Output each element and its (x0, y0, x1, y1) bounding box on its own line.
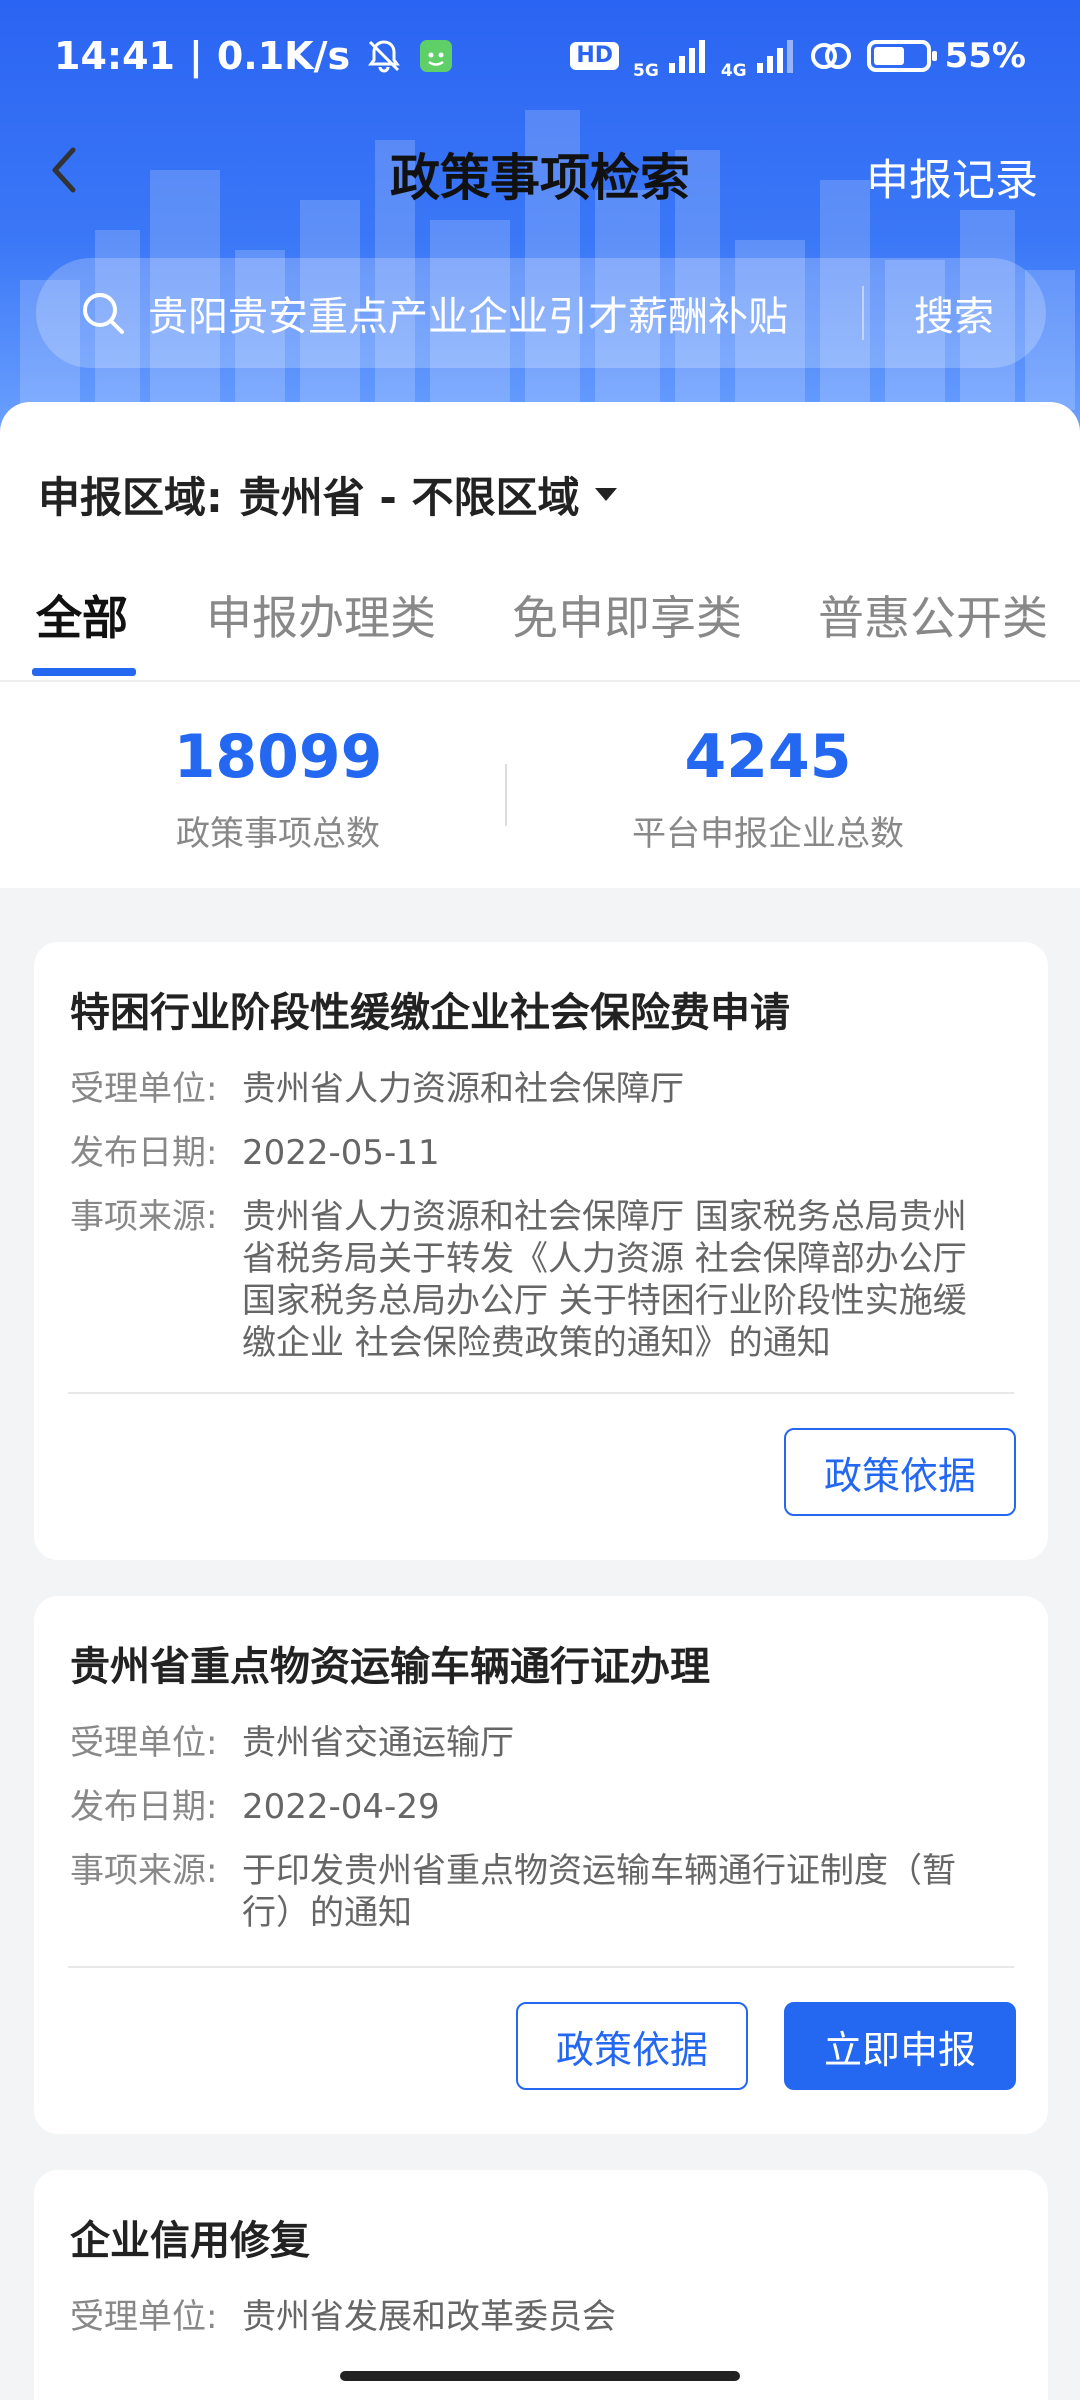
stat-label: 政策事项总数 (176, 814, 380, 854)
network-4g-label: 4G (720, 60, 747, 81)
apply-now-button[interactable]: 立即申报 (784, 2002, 1016, 2090)
header-banner: 14:41 | 0.1K/s HD 5G 4G 55% 政策事项检索 申报记录 … (0, 0, 1080, 440)
meta-key: 受理单位: (70, 2297, 218, 2337)
signal-strength-icon-2 (755, 39, 795, 73)
tab-application[interactable]: 申报办理类 (206, 582, 436, 648)
region-selector[interactable]: 申报区域: 贵州省 - 不限区域 (38, 464, 618, 525)
app-notification-icon (418, 38, 454, 74)
source-line: 贵州省人力资源和社会保障厅 国家税务总局贵州 (242, 1197, 967, 1237)
meta-key: 事项来源: (70, 1197, 218, 1237)
meta-unit-value: 贵州省发展和改革委员会 (242, 2297, 616, 2337)
link-icon (809, 39, 853, 73)
filter-panel: 申报区域: 贵州省 - 不限区域 全部 申报办理类 免申即享类 普惠公开类 18… (0, 402, 1080, 888)
chevron-left-icon (52, 147, 76, 193)
meta-key: 事项来源: (70, 1851, 218, 1891)
nav-bar: 政策事项检索 申报记录 (0, 118, 1080, 228)
tab-active-indicator (32, 668, 136, 676)
meta-source-value: 于印发贵州省重点物资运输车辆通行证制度（暂 行）的通知 (242, 1850, 1014, 1934)
source-line: 行）的通知 (242, 1893, 412, 1933)
stat-value: 18099 (173, 722, 383, 792)
home-indicator[interactable] (340, 2371, 740, 2381)
battery-percent: 55% (944, 36, 1026, 76)
battery-icon (866, 40, 937, 72)
meta-unit-row: 受理单位: 贵州省交通运输厅 (70, 1722, 1014, 1764)
meta-source-row: 事项来源: 于印发贵州省重点物资运输车辆通行证制度（暂 行）的通知 (70, 1850, 1014, 1934)
meta-source-value: 贵州省人力资源和社会保障厅 国家税务总局贵州 省税务局关于转发《人力资源 社会保… (242, 1196, 1014, 1364)
signal-strength-icon (667, 39, 707, 73)
stat-enterprise-count: 4245 平台申报企业总数 (518, 722, 1018, 855)
policy-card[interactable]: 企业信用修复 受理单位: 贵州省发展和改革委员会 (34, 2170, 1048, 2400)
stat-divider (505, 764, 507, 826)
stat-policy-count: 18099 政策事项总数 (28, 722, 528, 855)
search-button[interactable]: 搜索 (914, 284, 994, 342)
meta-unit-value: 贵州省交通运输厅 (242, 1723, 514, 1763)
source-line: 缴企业 社会保险费政策的通知》的通知 (242, 1323, 831, 1363)
meta-unit-row: 受理单位: 贵州省发展和改革委员会 (70, 2296, 1014, 2338)
meta-source-row: 事项来源: 贵州省人力资源和社会保障厅 国家税务总局贵州 省税务局关于转发《人力… (70, 1196, 1014, 1364)
hd-voice-badge: HD (570, 42, 620, 70)
meta-date-row: 发布日期: 2022-05-11 (70, 1132, 1014, 1174)
tab-exemption[interactable]: 免申即享类 (512, 582, 742, 648)
source-line: 省税务局关于转发《人力资源 社会保障部办公厅 (242, 1239, 967, 1279)
search-input[interactable] (148, 290, 862, 336)
stats-row: 18099 政策事项总数 4245 平台申报企业总数 (0, 702, 1080, 888)
caret-down-icon (595, 488, 618, 501)
meta-unit-row: 受理单位: 贵州省人力资源和社会保障厅 (70, 1068, 1014, 1110)
policy-title: 特困行业阶段性缓缴企业社会保险费申请 (70, 990, 790, 1036)
application-records-link[interactable]: 申报记录 (866, 146, 1038, 208)
back-button[interactable] (34, 140, 94, 200)
category-tabs: 全部 申报办理类 免申即享类 普惠公开类 (0, 582, 1080, 682)
search-divider (862, 286, 864, 340)
policy-card[interactable]: 特困行业阶段性缓缴企业社会保险费申请 受理单位: 贵州省人力资源和社会保障厅 发… (34, 942, 1048, 1560)
policy-basis-button[interactable]: 政策依据 (516, 2002, 748, 2090)
region-value: 贵州省 - 不限区域 (238, 473, 580, 522)
network-5g-label: 5G (633, 60, 659, 81)
status-separator: | (188, 34, 203, 78)
meta-key: 发布日期: (70, 1133, 218, 1173)
search-icon (58, 290, 148, 336)
bell-muted-icon (364, 36, 404, 76)
source-line: 于印发贵州省重点物资运输车辆通行证制度（暂 (242, 1851, 956, 1891)
stat-label: 平台申报企业总数 (632, 814, 904, 854)
stat-value: 4245 (684, 722, 852, 792)
card-divider (68, 1392, 1014, 1394)
tab-public[interactable]: 普惠公开类 (818, 582, 1048, 648)
meta-date-value: 2022-04-29 (242, 1787, 440, 1827)
policy-card[interactable]: 贵州省重点物资运输车辆通行证办理 受理单位: 贵州省交通运输厅 发布日期: 20… (34, 1596, 1048, 2134)
meta-key: 受理单位: (70, 1069, 218, 1109)
meta-date-value: 2022-05-11 (242, 1133, 440, 1173)
status-time: 14:41 (54, 34, 175, 78)
meta-date-row: 发布日期: 2022-04-29 (70, 1786, 1014, 1828)
policy-basis-button[interactable]: 政策依据 (784, 1428, 1016, 1516)
status-net-speed: 0.1K/s (216, 34, 351, 78)
source-line: 国家税务总局办公厅 关于特困行业阶段性实施缓 (242, 1281, 967, 1321)
meta-key: 发布日期: (70, 1787, 218, 1827)
status-bar: 14:41 | 0.1K/s HD 5G 4G 55% (0, 0, 1080, 112)
policy-title: 贵州省重点物资运输车辆通行证办理 (70, 1644, 710, 1690)
policy-title: 企业信用修复 (70, 2218, 310, 2264)
search-bar: 搜索 (36, 258, 1046, 368)
meta-key: 受理单位: (70, 1723, 218, 1763)
tab-all[interactable]: 全部 (36, 582, 128, 648)
meta-unit-value: 贵州省人力资源和社会保障厅 (242, 1069, 684, 1109)
card-divider (68, 1966, 1014, 1968)
region-label: 申报区域: (38, 473, 223, 522)
